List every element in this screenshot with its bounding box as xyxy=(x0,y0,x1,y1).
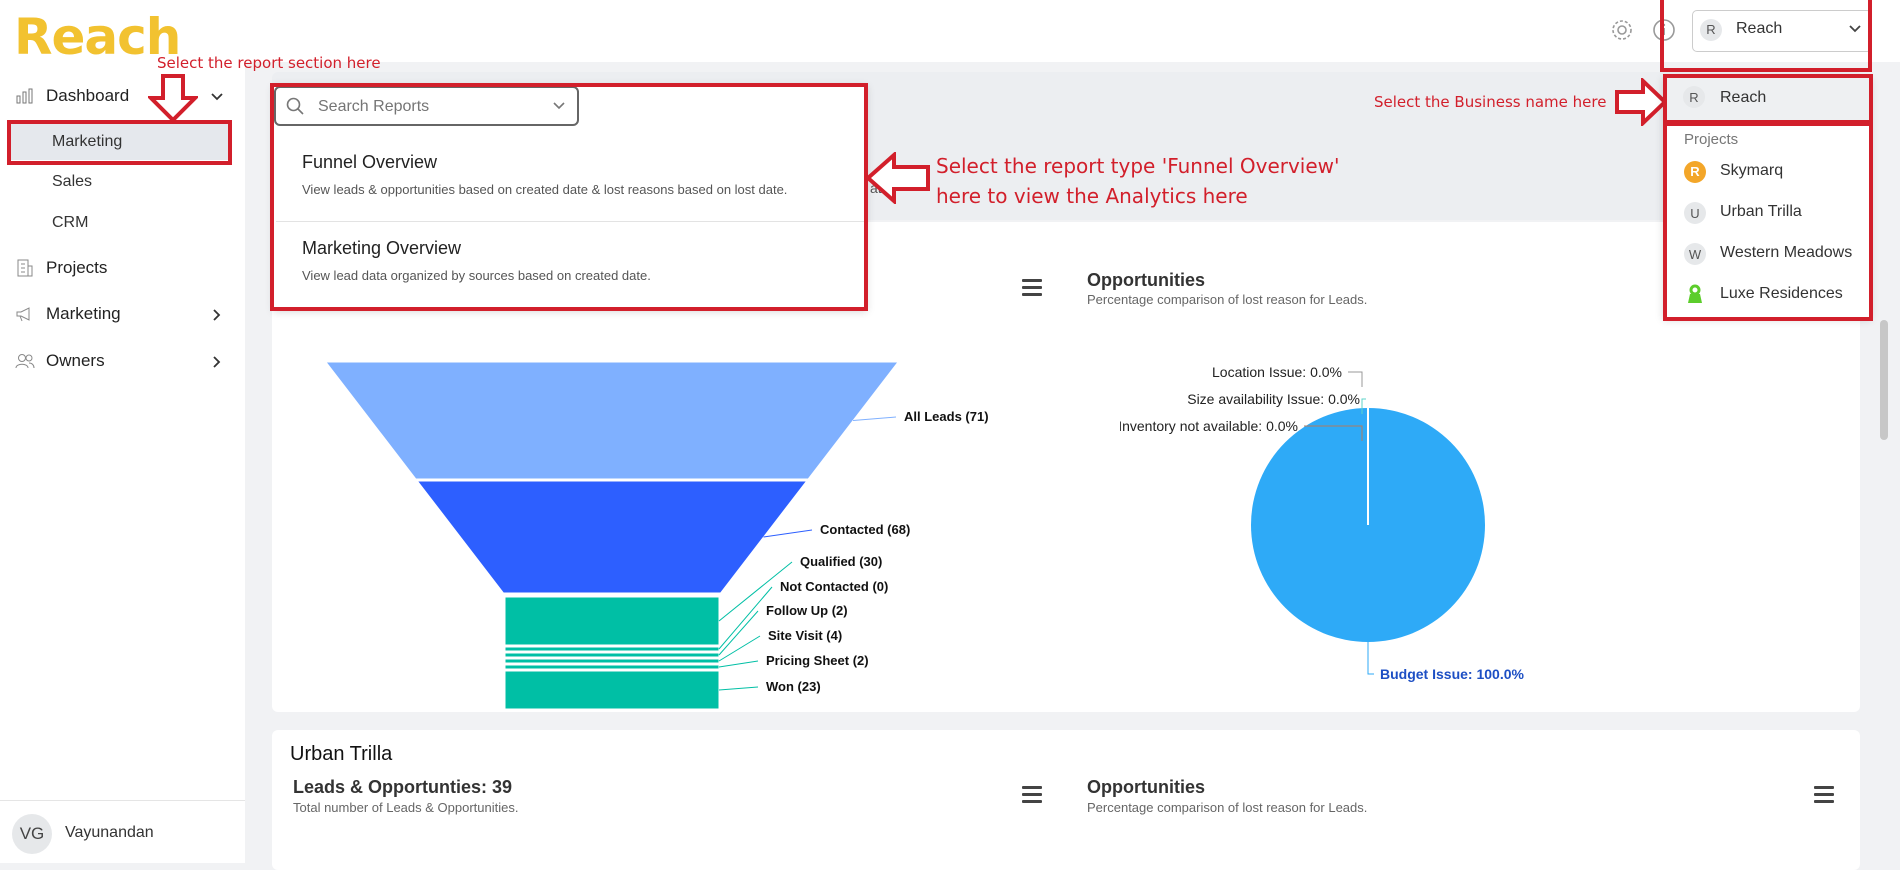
funnel-segment-follow-up xyxy=(504,652,720,658)
chevron-right-icon[interactable] xyxy=(210,355,224,374)
leads-title: Leads & Opportunties: 39 xyxy=(293,777,513,797)
funnel-label: Follow Up (2) xyxy=(766,603,848,618)
bar-chart-icon xyxy=(14,86,36,106)
scrollbar-thumb[interactable] xyxy=(1880,320,1888,440)
annotation-box-reach xyxy=(1663,74,1873,124)
pie-chart: Location Issue: 0.0% Size availability Is… xyxy=(1120,364,1524,682)
pie-leader-line xyxy=(1348,371,1363,387)
funnel-chart: All Leads (71) Contacted (68) Qualified (3… xyxy=(324,361,989,710)
building-icon xyxy=(14,258,36,278)
annotation-report-section: Select the report section here xyxy=(157,54,381,72)
annotation-business-name: Select the Business name here xyxy=(1374,93,1607,111)
opportunities-title: Opportunities xyxy=(1087,270,1205,290)
funnel-leader-line xyxy=(718,586,773,650)
sidebar-item-owners[interactable]: Owners xyxy=(14,351,105,371)
opportunities-subtitle: Percentage comparison of lost reason for… xyxy=(1087,800,1368,815)
funnel-label: Site Visit (4) xyxy=(768,628,842,643)
sidebar-item-label: Owners xyxy=(46,351,105,370)
funnel-label: Contacted (68) xyxy=(820,522,910,537)
funnel-leader-line xyxy=(718,610,759,656)
chart-menu-icon[interactable] xyxy=(1022,279,1042,300)
funnel-leader-line xyxy=(763,529,813,538)
sidebar-subitem-sales[interactable]: Sales xyxy=(52,173,92,191)
arrow-down-annotation-icon xyxy=(146,74,200,129)
megaphone-icon xyxy=(14,304,36,324)
sidebar-item-dashboard[interactable]: Dashboard xyxy=(14,86,129,106)
funnel-label: All Leads (71) xyxy=(904,409,989,424)
arrow-left-annotation-icon xyxy=(864,150,932,209)
opportunities-title: Opportunities xyxy=(1087,777,1205,797)
arrow-right-annotation-icon xyxy=(1615,76,1668,131)
funnel-label: Not Contacted (0) xyxy=(780,579,888,594)
sidebar-item-label: Dashboard xyxy=(46,86,130,105)
user-name: Vayunandan xyxy=(65,824,154,841)
pie-label: Inventory not available: 0.0% xyxy=(1120,418,1298,434)
annotation-box-projects xyxy=(1663,122,1873,321)
funnel-segment-pricing-sheet xyxy=(504,664,720,670)
funnel-leader-line xyxy=(718,660,759,668)
funnel-segment-won xyxy=(504,670,720,710)
funnel-segment-site-visit xyxy=(504,658,720,664)
annotation-report-type-2: here to view the Analytics here xyxy=(936,184,1248,208)
funnel-leader-line xyxy=(853,416,897,421)
chart-menu-icon[interactable] xyxy=(1022,786,1042,807)
funnel-segment-contacted xyxy=(416,480,808,594)
annotation-box-dropdown xyxy=(270,83,868,311)
app-logo[interactable]: Reach xyxy=(14,8,181,66)
sidebar-subitem-crm[interactable]: CRM xyxy=(52,214,88,232)
annotation-box-marketing xyxy=(7,120,232,165)
pie-label: Size availability Issue: 0.0% xyxy=(1187,391,1360,407)
sidebar-divider xyxy=(0,800,245,801)
section-title: Urban Trilla xyxy=(290,743,393,765)
funnel-segment-not-contacted xyxy=(504,646,720,652)
sidebar xyxy=(0,62,245,863)
users-icon xyxy=(14,351,36,371)
funnel-label: Qualified (30) xyxy=(800,554,882,569)
pie-leader-line xyxy=(1367,642,1374,675)
funnel-segment-qualified xyxy=(504,596,720,646)
settings-icon[interactable] xyxy=(1610,18,1634,42)
chart-menu-icon[interactable] xyxy=(1814,786,1834,807)
funnel-leader-line xyxy=(718,686,759,691)
funnel-label: Won (23) xyxy=(766,679,821,694)
chevron-down-icon[interactable] xyxy=(210,90,224,109)
chevron-right-icon[interactable] xyxy=(210,308,224,327)
funnel-segment-all-leads xyxy=(324,361,900,480)
annotation-box-selector xyxy=(1660,0,1872,72)
avatar[interactable]: VG xyxy=(12,814,52,854)
opportunities-subtitle: Percentage comparison of lost reason for… xyxy=(1087,292,1368,307)
sidebar-item-marketing[interactable]: Marketing xyxy=(14,304,121,324)
sidebar-item-projects[interactable]: Projects xyxy=(14,258,107,278)
sidebar-item-label: Marketing xyxy=(46,304,121,323)
sidebar-item-label: Projects xyxy=(46,258,108,277)
leads-subtitle: Total number of Leads & Opportunities. xyxy=(293,800,519,815)
annotation-report-type-1: Select the report type 'Funnel Overview' xyxy=(936,154,1340,178)
pie-label: Budget Issue: 100.0% xyxy=(1380,666,1524,682)
funnel-label: Pricing Sheet (2) xyxy=(766,653,869,668)
pie-label: Location Issue: 0.0% xyxy=(1212,364,1342,380)
